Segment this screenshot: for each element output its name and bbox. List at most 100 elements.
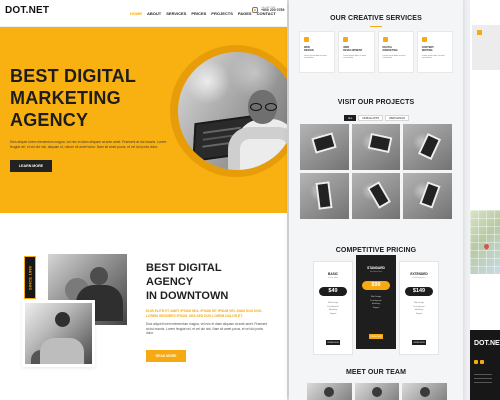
project-device-image	[311, 132, 337, 154]
plan-price: $49	[319, 287, 347, 296]
woman-working-photo	[22, 300, 95, 367]
hero-title: BEST DIGITAL MARKETING AGENCY	[10, 66, 137, 130]
read-more-button[interactable]: READ MORE	[146, 350, 186, 362]
about-title: BEST DIGITAL AGENCY IN DOWNTOWN	[146, 262, 229, 302]
plan-name: EXTENDED	[410, 272, 428, 276]
project-device-image	[315, 181, 333, 210]
service-title: WEB DESIGN	[304, 46, 314, 52]
nav-home[interactable]: HOME	[130, 11, 142, 16]
site-header: DOT.NET HOME ABOUT SERVICES PRICES PROJE…	[0, 0, 287, 27]
services-grid: WEB DESIGN Lorem ipsum dolor sit amet co…	[299, 31, 453, 73]
nav-prices[interactable]: PRICES	[191, 11, 206, 16]
services-title-underline	[370, 26, 382, 27]
service-card-web-development[interactable]: WEB DEVELOPMENT Lorem ipsum dolor sit am…	[338, 31, 375, 73]
location-map[interactable]	[470, 210, 500, 274]
projects-gallery	[300, 124, 452, 219]
plan-subtitle: Extended plan	[412, 277, 426, 279]
project-tile[interactable]	[351, 173, 401, 219]
nav-about[interactable]: ABOUT	[147, 11, 161, 16]
since-badge: SINCE 1990	[24, 256, 36, 299]
content-writing-icon	[421, 37, 427, 42]
social-icon[interactable]	[474, 360, 478, 364]
project-tile[interactable]	[300, 124, 349, 170]
footer-preview: DOT.NET	[470, 330, 500, 400]
nav-services[interactable]: SERVICES	[166, 11, 186, 16]
service-title: WEB DEVELOPMENT	[343, 46, 363, 52]
phone-icon	[252, 7, 258, 14]
team-member-photo[interactable]	[307, 383, 352, 400]
service-card-web-design[interactable]: WEB DESIGN Lorem ipsum dolor sit amet co…	[299, 31, 336, 73]
pricing-card-standard[interactable]: STANDARD Standard plan $99 Web Design De…	[356, 255, 396, 349]
plan-feature: Support	[415, 312, 423, 315]
project-device-image	[418, 132, 442, 161]
about-description: Duis aliquet lorem elementum magna, vel …	[146, 322, 268, 336]
plan-subtitle: Standard plan	[369, 271, 383, 273]
map-pin-icon	[482, 242, 491, 251]
project-device-image	[367, 132, 393, 154]
phone-contact[interactable]: CALL ANYTIME +800 200 0789	[252, 7, 284, 14]
learn-more-button[interactable]: LEARN MORE	[10, 160, 52, 172]
order-basic-button[interactable]: ORDER NOW	[326, 340, 340, 345]
service-text: Lorem ipsum dolor sit amet consectetur.	[421, 55, 445, 60]
contact-page-preview: DOT.NET	[470, 0, 500, 400]
service-text: Lorem ipsum dolor sit amet consectetur.	[343, 55, 367, 60]
team-member-photo[interactable]	[402, 383, 447, 400]
plan-feature: Support	[372, 306, 380, 309]
project-filter-all[interactable]: ALL	[344, 115, 357, 121]
web-design-icon	[304, 37, 309, 42]
pricing-card-extended[interactable]: EXTENDED Extended plan $149 Web Design D…	[399, 261, 439, 355]
footer-links-placeholder	[474, 374, 492, 375]
service-card-content-writing[interactable]: CONTENT WRITING Lorem ipsum dolor sit am…	[416, 31, 453, 73]
social-icon[interactable]	[480, 360, 484, 364]
projects-title: VISIT OUR PROJECTS	[337, 99, 415, 106]
pricing-table: BASIC Basic plan $49 Web Design Developm…	[313, 255, 439, 355]
project-tile[interactable]	[351, 124, 401, 170]
project-filter-mobile-apps[interactable]: MOBILE APPS	[358, 115, 384, 121]
plan-price: $99	[362, 281, 390, 290]
project-device-image	[419, 181, 442, 209]
plan-price: $149	[405, 287, 433, 296]
services-title: OUR CREATIVE SERVICES	[330, 15, 422, 22]
nav-projects[interactable]: PROJECTS	[211, 11, 233, 16]
pricing-card-basic[interactable]: BASIC Basic plan $49 Web Design Developm…	[313, 261, 353, 355]
service-title: DIGITAL MARKETING	[382, 46, 398, 52]
glasses-image	[250, 103, 277, 111]
plan-feature: Support	[329, 312, 337, 315]
site-logo[interactable]: DOT.NET	[5, 5, 49, 16]
hero-description: Duis aliquet lorem elementum magna, vel …	[10, 139, 167, 149]
web-development-icon	[343, 37, 349, 42]
plan-name: STANDARD	[367, 266, 385, 270]
hero-person-photo	[178, 52, 287, 170]
pricing-title: COMPETITIVE PRICING	[335, 247, 417, 254]
order-standard-button[interactable]: ORDER NOW	[369, 334, 383, 339]
footer-logo[interactable]: DOT.NET	[474, 340, 500, 347]
project-tile[interactable]	[300, 173, 349, 219]
team-member-photo[interactable]	[354, 383, 400, 400]
phone-number[interactable]: +800 200 0789	[261, 8, 284, 13]
service-text: Lorem ipsum dolor sit amet consectetur.	[304, 55, 327, 60]
team-photos	[307, 383, 447, 400]
project-filter-web-design[interactable]: WEB DESIGN	[385, 115, 410, 121]
homepage-preview: DOT.NET HOME ABOUT SERVICES PRICES PROJE…	[0, 0, 287, 400]
project-device-image	[366, 181, 391, 209]
inner-pages-preview: OUR CREATIVE SERVICES WEB DESIGN Lorem i…	[289, 0, 463, 400]
about-section: SINCE 1990 BEST DIGITAL AGENCY IN DOWNTO…	[0, 213, 287, 400]
service-card-digital-marketing[interactable]: DIGITAL MARKETING Lorem ipsum dolor sit …	[377, 31, 414, 73]
plan-subtitle: Basic plan	[328, 277, 338, 279]
about-copy: BEST DIGITAL AGENCY IN DOWNTOWN DUIS ELI…	[146, 262, 270, 362]
footer-social-icons	[474, 360, 496, 364]
phone-text-group: CALL ANYTIME +800 200 0789	[261, 7, 284, 13]
project-tile[interactable]	[403, 124, 452, 170]
project-tile[interactable]	[403, 173, 452, 219]
website-template-preview: DOT.NET HOME ABOUT SERVICES PRICES PROJE…	[0, 0, 500, 400]
team-title: MEET OUR TEAM	[345, 369, 407, 376]
project-filters: ALL MOBILE APPS WEB DESIGN	[344, 115, 410, 121]
order-extended-button[interactable]: ORDER NOW	[412, 340, 426, 345]
service-text: Lorem ipsum dolor sit amet consectetur.	[382, 55, 406, 60]
hero-section: BEST DIGITAL MARKETING AGENCY Duis aliqu…	[0, 27, 287, 213]
nav-pages[interactable]: PAGES	[238, 11, 252, 16]
digital-marketing-icon	[382, 37, 388, 42]
about-highlight-text: DUIS ELITR ET AMET IPSUM SEA. IPSUM SIT …	[146, 309, 263, 318]
contact-card-preview	[472, 25, 500, 70]
hero-copy: BEST DIGITAL MARKETING AGENCY Duis aliqu…	[10, 66, 166, 172]
